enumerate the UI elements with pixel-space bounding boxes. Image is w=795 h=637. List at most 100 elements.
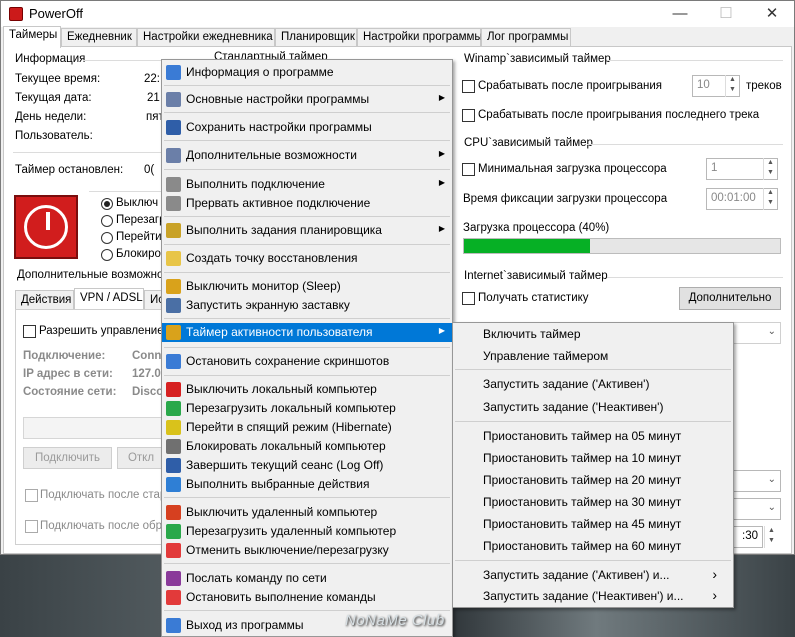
- menu-item-label: Основные настройки программы: [186, 92, 370, 106]
- menu-item-run-actions[interactable]: Выполнить выбранные действия: [162, 475, 452, 494]
- close-button[interactable]: ✕: [749, 1, 795, 27]
- menu-item-logoff[interactable]: Завершить текущий сеанс (Log Off): [162, 456, 452, 475]
- radio-sleep[interactable]: [101, 232, 113, 244]
- maximize-button[interactable]: ☐: [703, 1, 749, 27]
- submenu-item[interactable]: Приостановить таймер на 60 минут: [453, 537, 733, 556]
- tab-diary-settings[interactable]: Настройки ежедневника: [137, 28, 275, 47]
- submenu-item[interactable]: Приостановить таймер на 05 минут: [453, 427, 733, 446]
- radio-shutdown[interactable]: [101, 198, 113, 210]
- cancel-icon: [166, 543, 181, 558]
- tab-program-settings[interactable]: Настройки программы: [357, 28, 483, 47]
- menu-item-monitor[interactable]: Выключить монитор (Sleep): [162, 277, 452, 296]
- menu-item-save[interactable]: Сохранить настройки программы: [162, 118, 452, 137]
- menu-item-scheduler[interactable]: Выполнить задания планировщика ▶: [162, 221, 452, 240]
- menu-item-disconnect[interactable]: Прервать активное подключение: [162, 194, 452, 213]
- tab-timers[interactable]: Таймеры: [3, 26, 61, 48]
- radio-restart[interactable]: [101, 215, 113, 227]
- info-divider: [83, 60, 163, 61]
- menu-item-label: Перезагрузить удаленный компьютер: [186, 524, 397, 538]
- logoff-icon: [166, 458, 181, 473]
- submenu-item[interactable]: Управление таймером: [453, 347, 733, 366]
- menu-item-screensaver[interactable]: Запустить экранную заставку: [162, 296, 452, 315]
- menu-item-screenshot[interactable]: Остановить сохранение скриншотов: [162, 352, 452, 371]
- internet-more-button[interactable]: Дополнительно: [679, 287, 781, 310]
- menu-item-label: Перейти в спящий режим (Hibernate): [186, 420, 392, 434]
- internet-divider: [607, 277, 783, 278]
- tab-diary[interactable]: Ежедневник: [61, 28, 137, 47]
- menu-item-settings[interactable]: Основные настройки программы ▶: [162, 90, 452, 109]
- connection-label: Подключение:: [23, 350, 106, 362]
- weekday-label: День недели:: [15, 111, 87, 123]
- submenu-item[interactable]: Запустить задание ('Неактивен') и... ›: [453, 587, 733, 606]
- menu-item-label: Дополнительные возможности: [186, 148, 357, 162]
- menu-item-remote-restart[interactable]: Перезагрузить удаленный компьютер: [162, 522, 452, 541]
- tab-program-log[interactable]: Лог программы: [481, 28, 571, 47]
- menu-item-restart[interactable]: Перезагрузить локальный компьютер: [162, 399, 452, 418]
- menu-item-connect[interactable]: Выполнить подключение ▶: [162, 175, 452, 194]
- menu-item-lock[interactable]: Блокировать локальный компьютер: [162, 437, 452, 456]
- menu-item-info[interactable]: Информация о программе: [162, 63, 452, 82]
- submenu-item[interactable]: Запустить задание ('Активен'): [453, 375, 733, 394]
- cpu-header: CPU`зависимый таймер: [464, 137, 593, 149]
- get-stats-label: Получать статистику: [478, 292, 589, 304]
- submenu-arrow-icon: ›: [712, 566, 717, 582]
- menu-item-cancel[interactable]: Отменить выключение/перезагрузку: [162, 541, 452, 560]
- cpu-min-load-checkbox[interactable]: [462, 163, 475, 176]
- minimize-button[interactable]: —: [657, 1, 703, 27]
- menu-item-hibernate[interactable]: Перейти в спящий режим (Hibernate): [162, 418, 452, 437]
- remote-restart-icon: [166, 524, 181, 539]
- tab-scheduler[interactable]: Планировщик: [275, 28, 357, 47]
- menu-separator: [164, 318, 450, 319]
- cpu-load-progress: [463, 238, 781, 254]
- scheduler-icon: [166, 223, 181, 238]
- subtab-vpn[interactable]: VPN / ADSL: [74, 288, 144, 310]
- menu-item-user-timer[interactable]: Таймер активности пользователя ▶: [162, 323, 452, 342]
- menu-separator: [455, 421, 731, 422]
- info-header: Информация: [15, 53, 86, 65]
- timer-status-value: 0(: [144, 164, 155, 176]
- menu-item-remote-power[interactable]: Выключить удаленный компьютер: [162, 503, 452, 522]
- winamp-after-play-checkbox[interactable]: [462, 80, 475, 93]
- menu-separator: [164, 563, 450, 564]
- get-stats-checkbox[interactable]: [462, 292, 475, 305]
- network-state-value: Disco: [132, 386, 164, 398]
- menu-item-network-command[interactable]: Послать команду по сети: [162, 569, 452, 588]
- submenu-item-label: Приостановить таймер на 30 минут: [483, 495, 682, 509]
- connect-after-start-checkbox[interactable]: [25, 489, 38, 502]
- submenu-item[interactable]: Приостановить таймер на 30 минут: [453, 493, 733, 512]
- submenu-item[interactable]: Приостановить таймер на 10 минут: [453, 449, 733, 468]
- restore-point-icon: [166, 251, 181, 266]
- disconnect-button[interactable]: Откл: [117, 447, 165, 469]
- cpu-min-spinner-arrows[interactable]: ▲ ▼: [763, 158, 777, 180]
- cpu-min-load-label: Минимальная загрузка процессора: [478, 163, 667, 175]
- menu-item-restore-point[interactable]: Создать точку восстановления: [162, 249, 452, 268]
- submenu-item[interactable]: Запустить задание ('Неактивен'): [453, 398, 733, 417]
- timer-status-label: Таймер остановлен:: [15, 164, 124, 176]
- cpu-fix-time-arrows[interactable]: ▲ ▼: [763, 188, 777, 210]
- power-off-button[interactable]: [14, 195, 78, 259]
- submenu-item[interactable]: Приостановить таймер на 45 минут: [453, 515, 733, 534]
- submenu-item[interactable]: Включить таймер: [453, 325, 733, 344]
- right-time-arrows[interactable]: ▲ ▼: [764, 526, 778, 548]
- connection-select[interactable]: [23, 417, 165, 439]
- disconnect-icon: [166, 196, 181, 211]
- power-icon: [166, 382, 181, 397]
- submenu-item[interactable]: Приостановить таймер на 20 минут: [453, 471, 733, 490]
- menu-separator: [164, 610, 450, 611]
- submenu-arrow-icon: ▶: [438, 326, 445, 335]
- connect-icon: [166, 177, 181, 192]
- tracks-spinner-arrows[interactable]: ▲ ▼: [725, 75, 739, 97]
- menu-item-extras[interactable]: Дополнительные возможности ▶: [162, 146, 452, 165]
- connect-after-break-checkbox[interactable]: [25, 520, 38, 533]
- winamp-after-last-checkbox[interactable]: [462, 109, 475, 122]
- radio-lock[interactable]: [101, 249, 113, 261]
- menu-item-power[interactable]: Выключить локальный компьютер: [162, 380, 452, 399]
- subtab-actions[interactable]: Действия: [15, 290, 74, 310]
- allow-control-checkbox[interactable]: [23, 325, 36, 338]
- connect-button[interactable]: Подключить: [23, 447, 112, 469]
- connect-after-break-label: Подключать после обры: [40, 520, 171, 532]
- submenu-item-label: Управление таймером: [483, 349, 609, 363]
- menu-item-stop-command[interactable]: Остановить выполнение команды: [162, 588, 452, 607]
- monitor-icon: [166, 279, 181, 294]
- submenu-item[interactable]: Запустить задание ('Активен') и... ›: [453, 566, 733, 585]
